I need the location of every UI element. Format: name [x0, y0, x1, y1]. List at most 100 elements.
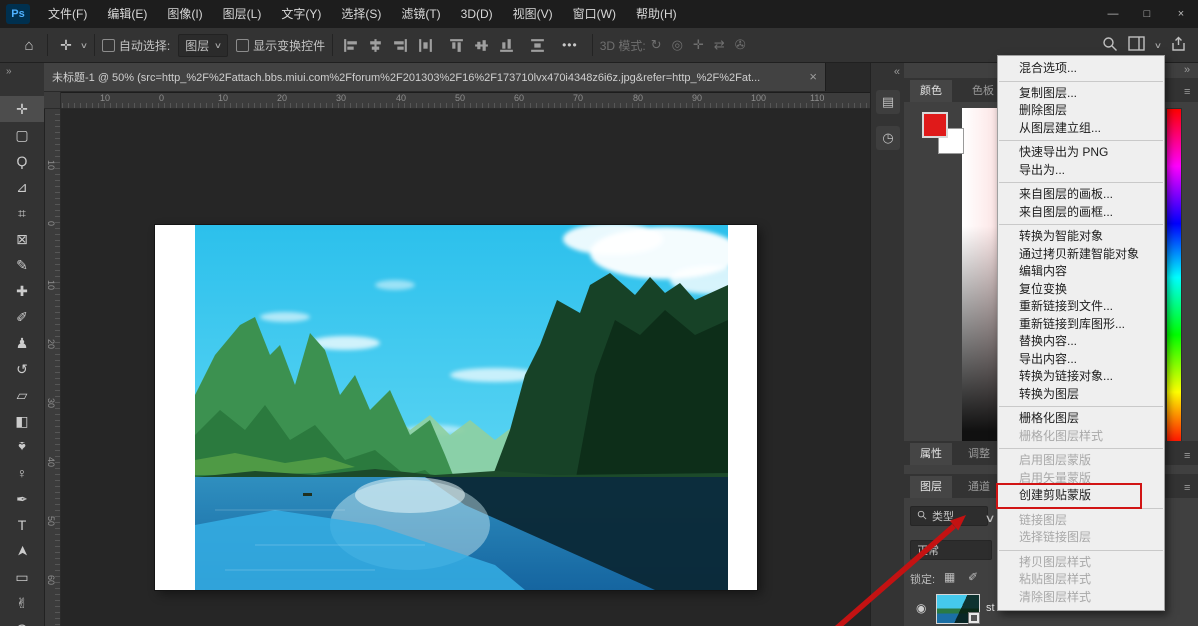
object-selection-tool[interactable]: ⊿ — [0, 174, 44, 200]
context-menu-item[interactable]: 重新链接到文件... — [998, 298, 1164, 316]
tab-layers[interactable]: 图层 — [910, 476, 952, 498]
menubar-item[interactable]: 图像(I) — [157, 0, 212, 28]
context-menu-item[interactable]: 转换为链接对象... — [998, 368, 1164, 386]
tab-close-icon[interactable]: × — [809, 69, 817, 84]
path-select-tool[interactable]: ➤ — [9, 529, 35, 573]
gradient-tool[interactable]: ◧ — [0, 408, 44, 434]
context-menu-item[interactable]: 链接图层 — [998, 512, 1164, 530]
dodge-tool[interactable]: ♀ — [0, 460, 44, 486]
context-menu-item[interactable]: 复位变换 — [998, 281, 1164, 299]
lock-transparency-icon[interactable]: ▦ — [944, 570, 955, 584]
context-menu-item[interactable]: 启用图层蒙版 — [998, 452, 1164, 470]
align-center-horizontal-icon[interactable] — [367, 37, 384, 54]
context-menu-item[interactable]: 导出为... — [998, 162, 1164, 180]
menubar-item[interactable]: 滤镜(T) — [391, 0, 450, 28]
home-icon[interactable]: ⌂ — [18, 37, 40, 54]
context-menu-item[interactable]: 替换内容... — [998, 333, 1164, 351]
vertical-ruler[interactable] — [44, 108, 61, 626]
auto-select-target-dropdown[interactable]: 图层 ∨ — [178, 34, 228, 57]
3d-pan-icon[interactable]: ✛ — [693, 37, 704, 53]
workspace-icon[interactable] — [1128, 36, 1145, 54]
document-tab[interactable]: 未标题-1 @ 50% (src=http_%2F%2Fattach.bbs.m… — [44, 62, 826, 91]
menubar-item[interactable]: 文字(Y) — [271, 0, 331, 28]
align-middle-icon[interactable] — [473, 37, 490, 54]
menubar-item[interactable]: 视图(V) — [503, 0, 563, 28]
menubar-item[interactable]: 图层(L) — [213, 0, 272, 28]
menubar-item[interactable]: 文件(F) — [38, 0, 97, 28]
context-menu-item[interactable]: 重新链接到库图形... — [998, 316, 1164, 334]
tools-collapse-icon[interactable]: » — [0, 62, 44, 96]
context-menu-item[interactable]: 选择链接图层 — [998, 529, 1164, 547]
tab-adjustments[interactable]: 调整 — [958, 443, 1000, 465]
context-menu-item[interactable]: 粘贴图层样式 — [998, 571, 1164, 589]
expand-panels-icon[interactable]: » — [1184, 64, 1190, 76]
chevron-down-icon[interactable]: ∨ — [984, 512, 995, 525]
tab-color[interactable]: 颜色 — [910, 80, 952, 102]
panel-menu-icon[interactable]: ≡ — [1184, 450, 1190, 462]
context-menu-item[interactable]: 复制图层... — [998, 85, 1164, 103]
brush-tool[interactable]: ✐ — [0, 304, 44, 330]
layer-name[interactable]: st — [986, 602, 995, 614]
context-menu-item[interactable]: 来自图层的画板... — [998, 186, 1164, 204]
healing-brush-tool[interactable]: ✚ — [0, 278, 44, 304]
hue-slider[interactable] — [1166, 108, 1182, 447]
search-icon[interactable] — [1102, 36, 1118, 55]
context-menu-item[interactable]: 栅格化图层样式 — [998, 428, 1164, 446]
share-icon[interactable] — [1171, 36, 1186, 55]
marquee-tool[interactable]: ▢ — [0, 122, 44, 148]
align-top-icon[interactable] — [448, 37, 465, 54]
layer-thumbnail[interactable] — [936, 594, 980, 624]
3d-roll-icon[interactable]: ◎ — [672, 37, 683, 53]
history-brush-tool[interactable]: ↺ — [0, 356, 44, 382]
blend-mode-dropdown[interactable]: 正常 — [910, 540, 992, 560]
menubar-item[interactable]: 3D(D) — [451, 0, 503, 28]
3d-camera-icon[interactable]: ✇ — [735, 37, 746, 53]
context-menu-item[interactable]: 栅格化图层 — [998, 410, 1164, 428]
menubar-item[interactable]: 窗口(W) — [563, 0, 626, 28]
context-menu-item[interactable]: 混合选项... — [998, 60, 1164, 78]
align-more-options-icon[interactable]: ••• — [562, 38, 578, 52]
tab-channels[interactable]: 通道 — [958, 476, 1000, 498]
panel-menu-icon[interactable]: ≡ — [1184, 86, 1190, 98]
eraser-tool[interactable]: ▱ — [0, 382, 44, 408]
3d-orbit-icon[interactable]: ↻ — [651, 37, 662, 53]
layer-filter-dropdown[interactable]: 类型 — [910, 506, 988, 526]
move-tool-icon[interactable]: ✛ — [55, 37, 77, 54]
auto-select-checkbox[interactable] — [102, 39, 115, 52]
eyedropper-tool[interactable]: ✎ — [0, 252, 44, 278]
align-left-icon[interactable] — [342, 37, 359, 54]
context-menu-item[interactable]: 清除图层样式 — [998, 589, 1164, 607]
libraries-icon[interactable]: ▤ — [876, 90, 900, 114]
context-menu-item[interactable]: 编辑内容 — [998, 263, 1164, 281]
layer-visibility-eye-icon[interactable]: ◉ — [916, 601, 926, 615]
history-icon[interactable]: ◷ — [876, 126, 900, 150]
distribute-horizontal-icon[interactable] — [417, 37, 434, 54]
frame-tool[interactable]: ⊠ — [0, 226, 44, 252]
horizontal-ruler[interactable] — [44, 92, 870, 109]
ruler-origin-corner[interactable] — [44, 92, 61, 109]
minimize-button[interactable]: — — [1096, 0, 1130, 28]
pen-tool[interactable]: ✒ — [0, 486, 44, 512]
chevron-down-icon[interactable]: ∨ — [80, 41, 88, 50]
context-menu-item[interactable]: 快速导出为 PNG — [998, 144, 1164, 162]
context-menu-item[interactable]: 从图层建立组... — [998, 120, 1164, 138]
crop-tool[interactable]: ⌗ — [0, 200, 44, 226]
canvas-area[interactable] — [60, 108, 870, 626]
blur-tool[interactable]: ♠ — [0, 434, 44, 460]
panel-menu-icon[interactable]: ≡ — [1184, 482, 1190, 494]
maximize-button[interactable]: □ — [1130, 0, 1164, 28]
collapse-panels-icon[interactable]: « — [894, 66, 900, 78]
menubar-item[interactable]: 帮助(H) — [626, 0, 687, 28]
show-transform-checkbox[interactable] — [236, 39, 249, 52]
foreground-color-swatch[interactable] — [922, 112, 948, 138]
context-menu-item[interactable]: 转换为图层 — [998, 386, 1164, 404]
document-canvas[interactable] — [155, 225, 757, 590]
context-menu-item[interactable]: 拷贝图层样式 — [998, 554, 1164, 572]
hand-tool[interactable]: ✌ — [0, 590, 44, 616]
tab-properties[interactable]: 属性 — [910, 443, 952, 465]
context-menu-item[interactable]: 通过拷贝新建智能对象 — [998, 246, 1164, 264]
align-right-icon[interactable] — [392, 37, 409, 54]
distribute-vertical-icon[interactable] — [529, 37, 546, 54]
context-menu-item[interactable]: 删除图层 — [998, 102, 1164, 120]
3d-slide-icon[interactable]: ⇄ — [714, 37, 725, 53]
